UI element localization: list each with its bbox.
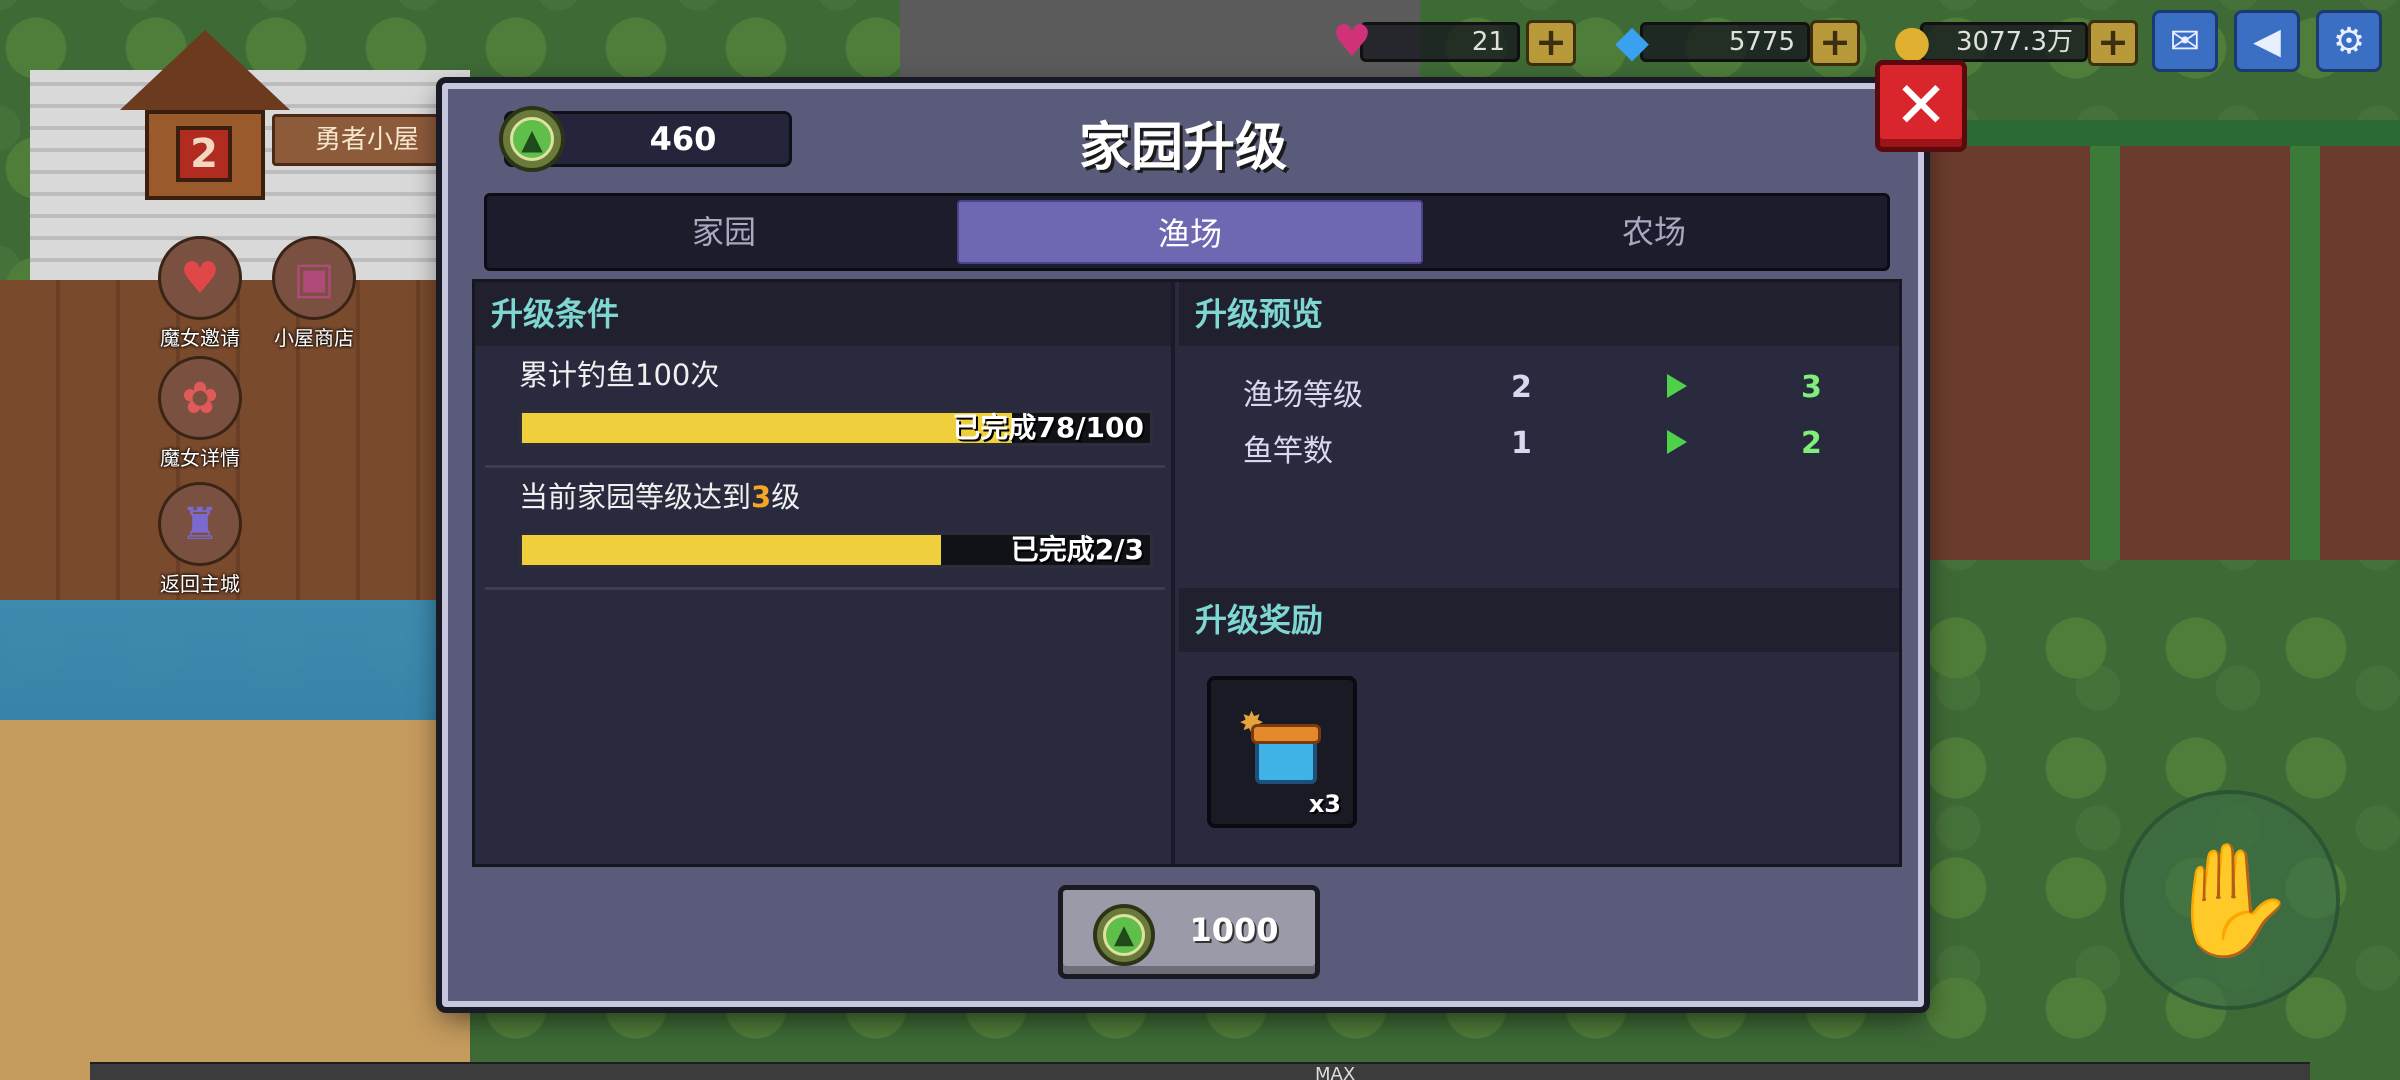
treasure-chest-icon: ✸	[1239, 706, 1329, 792]
preview-to-value: 3	[1801, 370, 1822, 405]
dirt-path	[0, 720, 470, 1080]
witch-details-button[interactable]: ✿ 魔女详情	[140, 356, 260, 471]
condition-title-prefix: 当前家园等级达到	[519, 480, 752, 514]
castle-icon: ♜	[158, 482, 242, 566]
condition-item: 累计钓鱼100次 已完成78/100	[485, 346, 1165, 468]
tab-fishery[interactable]: 渔场	[957, 200, 1423, 264]
upgrade-coin-icon: ▲	[1093, 904, 1155, 966]
arrow-right-icon	[1667, 374, 1687, 398]
condition-progress-text: 已完成2/3	[1010, 533, 1144, 566]
heart-gem-counter: 21 ♥ +	[1320, 14, 1580, 70]
tab-farm[interactable]: 农场	[1421, 200, 1887, 264]
mail-icon: ✉	[2169, 20, 2201, 62]
gold-plus-button[interactable]: +	[2088, 20, 2138, 66]
preview-from-value: 1	[1511, 426, 1532, 461]
preview-row: 渔场等级 2 3	[1179, 360, 1899, 416]
conditions-heading: 升级条件	[475, 282, 1171, 346]
diamond-icon: ◆	[1615, 16, 1649, 67]
preview-name: 鱼竿数	[1243, 434, 1333, 469]
heart-gem-plus-button[interactable]: +	[1526, 20, 1576, 66]
return-to-city-button[interactable]: ♜ 返回主城	[140, 482, 260, 597]
diamond-value: 5775	[1640, 22, 1810, 62]
condition-progress-fill	[522, 413, 1012, 443]
upgrade-cost: 1000	[1189, 911, 1279, 949]
hero-house[interactable]: 2	[120, 30, 290, 200]
shop-icon: ▣	[272, 236, 356, 320]
reward-section: 升级奖励	[1179, 588, 1899, 652]
heart-icon: ♥	[158, 236, 242, 320]
dialog-title: 家园升级	[1078, 118, 1287, 178]
preview-heading: 升级预览	[1179, 282, 1899, 346]
condition-title: 当前家园等级达到3级	[519, 474, 800, 516]
condition-progress-text: 已完成78/100	[952, 411, 1144, 444]
side-button-label: 魔女详情	[160, 446, 240, 470]
condition-progress-fill	[522, 535, 941, 565]
gold-value: 3077.3万	[1920, 22, 2088, 62]
dialog-content: 升级条件 累计钓鱼100次 已完成78/100 当前家园等级达到3级 已完成2/…	[472, 279, 1902, 867]
condition-title: 累计钓鱼100次	[519, 358, 720, 392]
preview-row: 鱼竿数 1 2	[1179, 416, 1899, 472]
preview-from-value: 2	[1511, 370, 1532, 405]
heart-gem-icon: ♥	[1332, 16, 1372, 67]
dialog-tabs: 家园 渔场 农场	[484, 193, 1890, 271]
diamond-counter: 5775 ◆ +	[1600, 14, 1870, 70]
hand-icon: ✋	[2161, 835, 2299, 964]
preview-to-value: 2	[1801, 426, 1822, 461]
side-button-label: 返回主城	[160, 572, 240, 596]
witch-invite-button[interactable]: ♥ 魔女邀请	[140, 236, 260, 351]
diamond-plus-button[interactable]: +	[1810, 20, 1860, 66]
home-upgrade-dialog: ▲ 460 家园升级 家园 渔场 农场 升级条件 累计钓鱼100次 已完成78/…	[442, 83, 1924, 1007]
side-button-label: 魔女邀请	[160, 326, 240, 350]
settings-button[interactable]: ⚙	[2316, 10, 2382, 72]
announcement-button[interactable]: ◀	[2234, 10, 2300, 72]
mail-button[interactable]: ✉	[2152, 10, 2218, 72]
conditions-panel: 升级条件 累计钓鱼100次 已完成78/100 当前家园等级达到3级 已完成2/…	[475, 282, 1175, 864]
house-name-label[interactable]: 勇者小屋	[272, 114, 462, 166]
hut-shop-button[interactable]: ▣ 小屋商店	[254, 236, 374, 351]
announcement-icon: ◀	[2253, 20, 2281, 62]
reward-item[interactable]: ✸ x3	[1207, 676, 1357, 828]
heart-gem-value: 21	[1360, 22, 1520, 62]
farm-plots	[1920, 120, 2400, 560]
bottom-progress-bar: MAX	[90, 1062, 2310, 1080]
action-joystick[interactable]: ✋	[2120, 790, 2340, 1010]
side-button-label: 小屋商店	[274, 326, 354, 350]
condition-progress-bar: 已完成78/100	[519, 410, 1153, 446]
house-roof	[120, 30, 290, 110]
settings-icon: ⚙	[2332, 20, 2366, 62]
reward-heading: 升级奖励	[1179, 588, 1899, 652]
close-icon: ✕	[1894, 69, 1948, 143]
preview-panel: 升级预览 渔场等级 2 3 鱼竿数 1 2 升级奖励 ✸ x3	[1179, 282, 1899, 864]
condition-title-suffix: 级	[771, 480, 801, 514]
condition-item: 当前家园等级达到3级 已完成2/3	[485, 468, 1165, 590]
condition-level-highlight: 3	[751, 480, 772, 514]
house-level-number: 2	[176, 126, 232, 182]
tab-home[interactable]: 家园	[491, 200, 957, 264]
arrow-right-icon	[1667, 430, 1687, 454]
preview-name: 渔场等级	[1243, 378, 1363, 413]
condition-progress-bar: 已完成2/3	[519, 532, 1153, 568]
upgrade-button[interactable]: ▲ 1000	[1058, 885, 1320, 979]
close-button[interactable]: ✕	[1875, 60, 1967, 152]
reward-quantity: x3	[1308, 790, 1341, 818]
witch-icon: ✿	[158, 356, 242, 440]
max-label: MAX	[1315, 1064, 1356, 1080]
